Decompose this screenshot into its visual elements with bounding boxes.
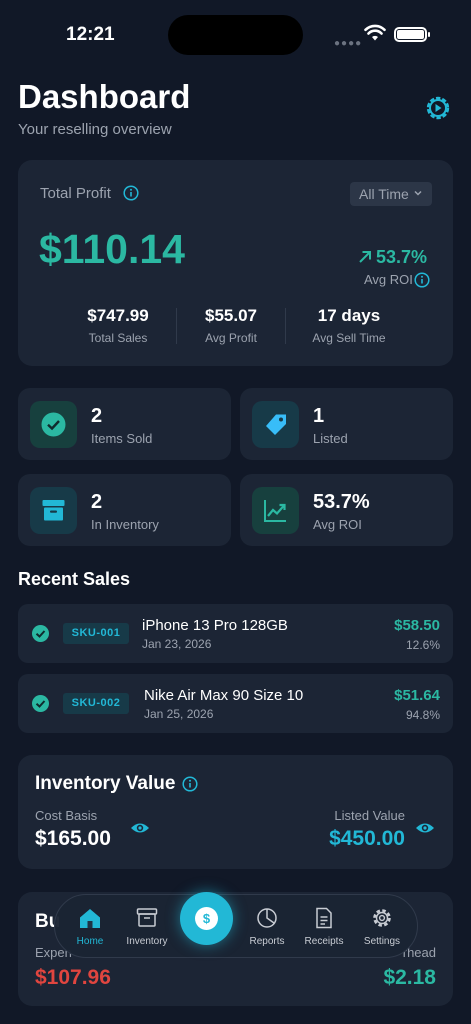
check-circle-icon bbox=[32, 695, 49, 712]
sale-date: Jan 23, 2026 bbox=[142, 637, 212, 651]
dollar-icon: $ bbox=[195, 907, 218, 930]
info-icon[interactable] bbox=[123, 185, 139, 201]
roi-label: Avg ROI bbox=[364, 272, 413, 287]
roi-value: 53.7% bbox=[358, 247, 427, 268]
sale-price: $58.50 bbox=[394, 617, 440, 634]
archive-box-icon bbox=[30, 487, 77, 534]
cost-basis-label: Cost Basis bbox=[35, 808, 98, 823]
stat-total-sales: $747.99 Total Sales bbox=[87, 306, 149, 345]
sale-row[interactable]: SKU-002 Nike Air Max 90 Size 10 Jan 25, … bbox=[18, 674, 453, 733]
home-icon bbox=[80, 909, 100, 928]
status-bar: 12:21 ●●●● bbox=[0, 0, 471, 70]
tab-home[interactable]: Home bbox=[60, 903, 124, 955]
eye-icon[interactable] bbox=[130, 821, 150, 835]
chevron-down-icon bbox=[414, 190, 422, 196]
dynamic-island bbox=[168, 15, 303, 55]
settings-gear-icon[interactable] bbox=[424, 94, 452, 122]
check-circle-icon bbox=[32, 625, 49, 642]
tile-avg-roi[interactable]: 53.7% Avg ROI bbox=[240, 474, 453, 546]
time-range-select[interactable]: All Time bbox=[350, 182, 432, 206]
document-icon bbox=[316, 907, 332, 929]
overhead-value: $2.18 bbox=[383, 966, 436, 989]
tab-reports[interactable]: Reports bbox=[237, 907, 297, 947]
sale-roi: 94.8% bbox=[405, 708, 440, 722]
page-subtitle: Your reselling overview bbox=[18, 121, 172, 138]
gear-icon bbox=[373, 909, 391, 927]
listed-value: $450.00 bbox=[329, 827, 405, 850]
check-circle-icon bbox=[30, 401, 77, 448]
divider bbox=[285, 308, 286, 344]
divider bbox=[176, 308, 177, 344]
sale-price: $51.64 bbox=[394, 687, 440, 704]
battery-icon bbox=[394, 27, 430, 42]
signal-icon: ●●●● bbox=[334, 38, 363, 49]
sale-date: Jan 25, 2026 bbox=[144, 707, 214, 721]
tile-listed[interactable]: 1 Listed bbox=[240, 388, 453, 460]
sku-badge: SKU-002 bbox=[63, 693, 129, 714]
arrow-up-right-icon bbox=[359, 251, 371, 263]
info-icon[interactable] bbox=[182, 776, 198, 792]
sale-item-name: Nike Air Max 90 Size 10 bbox=[144, 687, 304, 704]
inventory-value-title: Inventory Value bbox=[35, 773, 176, 794]
status-time: 12:21 bbox=[66, 24, 115, 45]
recent-sales-heading: Recent Sales bbox=[18, 569, 131, 589]
time-range-value: All Time bbox=[359, 186, 409, 202]
total-profit-label: Total Profit bbox=[40, 185, 111, 202]
archive-icon bbox=[136, 908, 158, 927]
tab-settings[interactable]: Settings bbox=[352, 907, 412, 947]
total-profit-amount: $110.14 bbox=[39, 226, 185, 272]
sale-roi: 12.6% bbox=[405, 638, 440, 652]
cost-basis-value: $165.00 bbox=[35, 827, 111, 850]
tab-receipts[interactable]: Receipts bbox=[294, 907, 354, 947]
stat-avg-profit: $55.07 Avg Profit bbox=[205, 306, 257, 345]
page-title: Dashboard bbox=[18, 78, 191, 115]
tab-bar: Home Inventory Reports Receipts Settings bbox=[54, 894, 418, 958]
inventory-value-card: Inventory Value Cost Basis $165.00 Liste… bbox=[18, 755, 453, 869]
tile-items-sold[interactable]: 2 Items Sold bbox=[18, 388, 231, 460]
stat-avg-sell-time: 17 days Avg Sell Time bbox=[312, 306, 386, 345]
add-sale-button[interactable]: $ bbox=[180, 892, 233, 945]
sale-row[interactable]: SKU-001 iPhone 13 Pro 128GB Jan 23, 2026… bbox=[18, 604, 453, 663]
total-profit-card: Total Profit All Time $110.14 53.7% Avg … bbox=[18, 160, 453, 366]
tag-icon bbox=[252, 401, 299, 448]
eye-icon[interactable] bbox=[415, 821, 435, 835]
listed-value-label: Listed Value bbox=[334, 808, 405, 823]
sale-item-name: iPhone 13 Pro 128GB bbox=[142, 617, 288, 634]
pie-chart-icon bbox=[257, 908, 277, 928]
expenses-value: $107.96 bbox=[35, 966, 111, 989]
info-icon[interactable] bbox=[414, 272, 430, 288]
tile-in-inventory[interactable]: 2 In Inventory bbox=[18, 474, 231, 546]
trend-up-icon bbox=[252, 487, 299, 534]
sku-badge: SKU-001 bbox=[63, 623, 129, 644]
wifi-icon bbox=[364, 24, 386, 41]
tab-inventory[interactable]: Inventory bbox=[117, 907, 177, 947]
